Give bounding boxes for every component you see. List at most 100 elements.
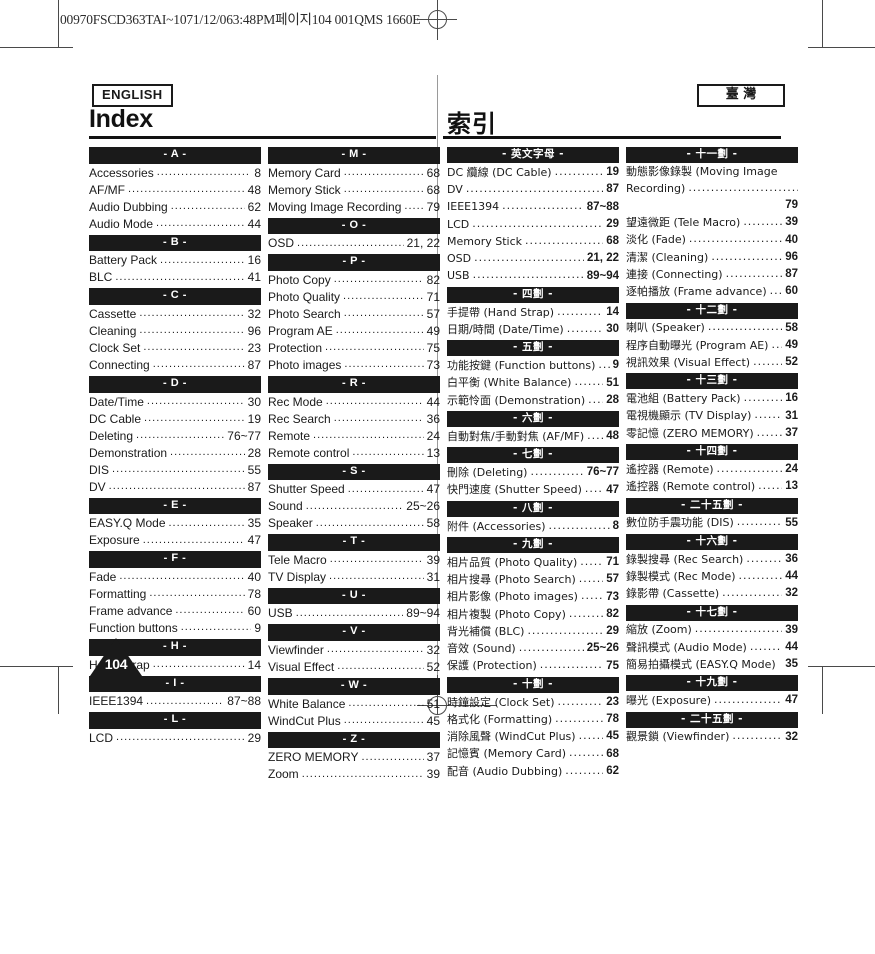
- index-entry[interactable]: 遙控器 (Remote control)....................…: [626, 478, 798, 495]
- index-entry[interactable]: Audio Mode..............................…: [89, 216, 261, 233]
- index-entry[interactable]: Protection..............................…: [268, 340, 440, 357]
- index-entry[interactable]: Moving Image Recording..................…: [268, 199, 440, 216]
- index-entry[interactable]: 消除風聲 (WindCut Plus).....................…: [447, 728, 619, 745]
- index-entry[interactable]: Battery Pack............................…: [89, 252, 261, 269]
- index-entry[interactable]: 淡化 (Fade)...............................…: [626, 232, 798, 249]
- index-entry[interactable]: Connecting..............................…: [89, 357, 261, 374]
- index-entry[interactable]: 逐帕播放 (Frame advance)....................…: [626, 283, 798, 300]
- index-entry[interactable]: WindCut Plus............................…: [268, 713, 440, 730]
- index-entry[interactable]: TV Display..............................…: [268, 569, 440, 586]
- index-entry[interactable]: AF/MF...................................…: [89, 182, 261, 199]
- index-entry[interactable]: 視訊效果 (Visual Effect)....................…: [626, 354, 798, 371]
- index-entry[interactable]: LCD.....................................…: [447, 216, 619, 233]
- index-entry[interactable]: Cassette................................…: [89, 306, 261, 323]
- index-entry[interactable]: OSD.....................................…: [447, 250, 619, 267]
- index-entry[interactable]: DV......................................…: [447, 181, 619, 198]
- index-entry[interactable]: Visual Effect...........................…: [268, 659, 440, 676]
- index-entry[interactable]: IEEE1394................................…: [447, 199, 619, 216]
- index-entry[interactable]: 錄製模式 (Rec Mode).........................…: [626, 568, 798, 585]
- index-entry[interactable]: 相片搜尋 (Photo Search).....................…: [447, 571, 619, 588]
- index-entry[interactable]: Photo Quality...........................…: [268, 289, 440, 306]
- index-entry[interactable]: DV......................................…: [89, 479, 261, 496]
- index-entry[interactable]: 連接 (Connecting).........................…: [626, 266, 798, 283]
- index-entry[interactable]: Rec Search..............................…: [268, 411, 440, 428]
- index-entry[interactable]: BLC.....................................…: [89, 269, 261, 286]
- index-entry[interactable]: Fade....................................…: [89, 569, 261, 586]
- index-entry[interactable]: DC Cable................................…: [89, 411, 261, 428]
- index-entry[interactable]: Rec Mode................................…: [268, 394, 440, 411]
- index-entry[interactable]: 相片品質 (Photo Quality)....................…: [447, 554, 619, 571]
- index-entry[interactable]: Demonstration...........................…: [89, 445, 261, 462]
- index-entry[interactable]: 數位防手震功能 (DIS)...........................…: [626, 515, 798, 532]
- index-entry[interactable]: 望遠微距 (Tele Macro).......................…: [626, 214, 798, 231]
- index-entry[interactable]: 時鐘設定 (Clock Set)........................…: [447, 694, 619, 711]
- index-entry[interactable]: Zoom....................................…: [268, 766, 440, 783]
- index-entry[interactable]: 清潔 (Cleaning)...........................…: [626, 249, 798, 266]
- index-entry[interactable]: Remote control..........................…: [268, 445, 440, 462]
- index-entry[interactable]: 日期/時間 (Date/Time).......................…: [447, 321, 619, 338]
- index-entry[interactable]: 刪除 (Deleting)...........................…: [447, 464, 619, 481]
- index-entry[interactable]: Memory Stick............................…: [447, 233, 619, 250]
- index-entry[interactable]: USB.....................................…: [447, 268, 619, 285]
- index-entry[interactable]: 示範怜面 (Demonstration)....................…: [447, 392, 619, 409]
- index-entry[interactable]: 零記憶 (ZERO MEMORY).......................…: [626, 425, 798, 442]
- index-entry[interactable]: Audio Dubbing...........................…: [89, 199, 261, 216]
- index-entry[interactable]: DC 纜線 (DC Cable)........................…: [447, 164, 619, 181]
- index-entry[interactable]: 觀景鎖 (Viewfinder)........................…: [626, 729, 798, 746]
- index-entry[interactable]: 快門速度 (Shutter Speed)....................…: [447, 482, 619, 499]
- index-entry[interactable]: 保護 (Protection).........................…: [447, 658, 619, 675]
- index-entry[interactable]: IEEE1394................................…: [89, 693, 261, 710]
- index-entry[interactable]: Clock Set...............................…: [89, 340, 261, 357]
- index-entry[interactable]: 錄製搜尋 (Rec Search).......................…: [626, 551, 798, 568]
- index-entry[interactable]: Photo images............................…: [268, 357, 440, 374]
- index-entry[interactable]: Tele Macro..............................…: [268, 552, 440, 569]
- index-entry[interactable]: Memory Card.............................…: [268, 165, 440, 182]
- index-entry[interactable]: Viewfinder..............................…: [268, 642, 440, 659]
- index-entry[interactable]: Frame advance...........................…: [89, 603, 261, 620]
- index-entry[interactable]: 動態影像錄製 (Moving Image Recording).........…: [626, 164, 798, 214]
- index-entry[interactable]: 錄影帶 (Cassette)..........................…: [626, 585, 798, 602]
- index-entry[interactable]: Program AE..............................…: [268, 323, 440, 340]
- index-entry[interactable]: 縮放 (Zoom)...............................…: [626, 622, 798, 639]
- index-entry[interactable]: 自動對焦/手動對焦 (AF/MF).......................…: [447, 428, 619, 445]
- index-entry[interactable]: Deleting................................…: [89, 428, 261, 445]
- index-entry[interactable]: 音效 (Sound)..............................…: [447, 640, 619, 657]
- index-entry[interactable]: USB.....................................…: [268, 605, 440, 622]
- index-entry[interactable]: White Balance...........................…: [268, 696, 440, 713]
- index-entry[interactable]: 附件 (Accessories)........................…: [447, 518, 619, 535]
- index-entry[interactable]: 格式化 (Formatting)........................…: [447, 711, 619, 728]
- index-entry[interactable]: 功能按鍵 (Function buttons).................…: [447, 357, 619, 374]
- index-entry[interactable]: Memory Stick............................…: [268, 182, 440, 199]
- index-entry[interactable]: 遙控器 (Remote)............................…: [626, 461, 798, 478]
- index-entry[interactable]: Cleaning................................…: [89, 323, 261, 340]
- index-entry[interactable]: Speaker.................................…: [268, 515, 440, 532]
- index-entry[interactable]: Accessories.............................…: [89, 165, 261, 182]
- index-entry[interactable]: Formatting..............................…: [89, 586, 261, 603]
- index-entry[interactable]: OSD.....................................…: [268, 235, 440, 252]
- index-entry[interactable]: 程序自動曝光 (Program AE).....................…: [626, 337, 798, 354]
- index-entry[interactable]: Remote..................................…: [268, 428, 440, 445]
- index-entry[interactable]: Photo Copy..............................…: [268, 272, 440, 289]
- index-entry[interactable]: Function buttons........................…: [89, 620, 261, 637]
- index-entry[interactable]: Shutter Speed...........................…: [268, 481, 440, 498]
- index-entry[interactable]: EASY.Q Mode.............................…: [89, 515, 261, 532]
- index-entry[interactable]: 白平衡 (White Balance).....................…: [447, 375, 619, 392]
- index-entry[interactable]: 相片複製 (Photo Copy).......................…: [447, 606, 619, 623]
- index-entry[interactable]: 聲訊模式 (Audio Mode).......................…: [626, 639, 798, 656]
- index-entry[interactable]: 喇叭 (Speaker)............................…: [626, 320, 798, 337]
- index-entry[interactable]: ZERO MEMORY.............................…: [268, 749, 440, 766]
- index-entry[interactable]: 背光補償 (BLC)..............................…: [447, 623, 619, 640]
- index-entry[interactable]: 曝光 (Exposure)...........................…: [626, 692, 798, 709]
- index-entry[interactable]: 電視機顯示 (TV Display)......................…: [626, 408, 798, 425]
- index-entry[interactable]: Sound...................................…: [268, 498, 440, 515]
- index-entry[interactable]: 相片影像 (Photo images).....................…: [447, 589, 619, 606]
- index-entry[interactable]: DIS.....................................…: [89, 462, 261, 479]
- index-entry[interactable]: Exposure................................…: [89, 532, 261, 549]
- index-entry[interactable]: 簡易拍攝模式 (EASY.Q Mode) 35: [626, 656, 798, 673]
- index-entry[interactable]: 配音 (Audio Dubbing)......................…: [447, 763, 619, 780]
- index-entry[interactable]: Date/Time...............................…: [89, 394, 261, 411]
- index-entry[interactable]: 電池組 (Battery Pack)......................…: [626, 390, 798, 407]
- index-entry[interactable]: 手提帶 (Hand Strap)........................…: [447, 304, 619, 321]
- index-entry[interactable]: Photo Search............................…: [268, 306, 440, 323]
- index-entry[interactable]: LCD.....................................…: [89, 730, 261, 747]
